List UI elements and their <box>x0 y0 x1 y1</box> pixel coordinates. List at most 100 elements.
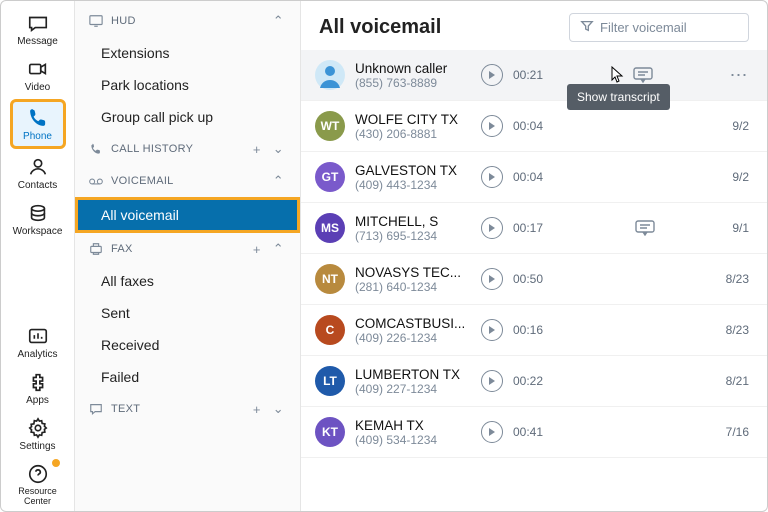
voicemail-info: COMCASTBUSI...(409) 226-1234 <box>355 316 471 345</box>
nav-item-all-faxes[interactable]: All faxes <box>75 265 300 297</box>
voicemail-row[interactable]: NT NOVASYS TEC...(281) 640-1234 00:50 8/23 <box>301 254 767 305</box>
avatar: WT <box>315 111 345 141</box>
section-call-history[interactable]: CALL HISTORY + ⌄ <box>75 133 300 165</box>
play-button[interactable] <box>481 217 503 239</box>
nav-panel: HUD ⌃ Extensions Park locations Group ca… <box>75 1 301 511</box>
apps-icon <box>27 371 49 393</box>
section-fax[interactable]: FAX + ⌃ <box>75 233 300 265</box>
rail-contacts[interactable]: Contacts <box>10 151 66 195</box>
section-voicemail[interactable]: VOICEMAIL ⌃ <box>75 165 300 197</box>
add-icon[interactable]: + <box>251 402 263 417</box>
rail-message[interactable]: Message <box>10 7 66 51</box>
voicemail-icon <box>89 174 103 188</box>
date: 8/21 <box>726 374 749 388</box>
nav-item-failed[interactable]: Failed <box>75 361 300 393</box>
date: 9/1 <box>732 221 749 235</box>
call-history-icon <box>89 142 103 156</box>
left-rail: Message Video Phone Contacts Workspace A… <box>1 1 75 511</box>
caller-name: MITCHELL, S <box>355 214 471 229</box>
caller-number: (430) 206-8881 <box>355 127 471 141</box>
page-title: All voicemail <box>319 16 559 39</box>
message-icon <box>27 12 49 34</box>
notification-dot <box>52 459 60 467</box>
add-icon[interactable]: + <box>251 142 263 157</box>
duration: 00:50 <box>513 272 557 286</box>
play-button[interactable] <box>481 421 503 443</box>
nav-item-sent[interactable]: Sent <box>75 297 300 329</box>
caller-number: (713) 695-1234 <box>355 229 471 243</box>
avatar: LT <box>315 366 345 396</box>
contacts-icon <box>27 156 49 178</box>
fax-icon <box>89 242 103 256</box>
voicemail-row[interactable]: MS MITCHELL, S(713) 695-1234 00:17 9/1 <box>301 203 767 254</box>
voicemail-info: KEMAH TX(409) 534-1234 <box>355 418 471 447</box>
voicemail-info: WOLFE CITY TX(430) 206-8881 <box>355 112 471 141</box>
voicemail-row[interactable]: C COMCASTBUSI...(409) 226-1234 00:16 8/23 <box>301 305 767 356</box>
duration: 00:41 <box>513 425 557 439</box>
caller-number: (281) 640-1234 <box>355 280 471 294</box>
duration: 00:21 <box>513 68 557 82</box>
cursor-icon <box>611 66 625 87</box>
rail-workspace[interactable]: Workspace <box>10 197 66 241</box>
caller-number: (855) 763-8889 <box>355 76 471 90</box>
play-button[interactable] <box>481 166 503 188</box>
avatar <box>315 60 345 90</box>
rail-settings[interactable]: Settings <box>10 412 66 456</box>
nav-item-park-locations[interactable]: Park locations <box>75 69 300 101</box>
date: 9/2 <box>732 119 749 133</box>
play-button[interactable] <box>481 115 503 137</box>
duration: 00:04 <box>513 170 557 184</box>
chevron-up-icon: ⌃ <box>271 173 286 189</box>
add-icon[interactable]: + <box>251 242 263 257</box>
caller-number: (409) 227-1234 <box>355 382 471 396</box>
filter-input[interactable]: Filter voicemail <box>569 13 749 42</box>
date: 9/2 <box>732 170 749 184</box>
caller-number: (409) 534-1234 <box>355 433 471 447</box>
caller-name: LUMBERTON TX <box>355 367 471 382</box>
date: 8/23 <box>726 323 749 337</box>
main-content: All voicemail Filter voicemail Unknown c… <box>301 1 767 511</box>
avatar: MS <box>315 213 345 243</box>
play-button[interactable] <box>481 370 503 392</box>
video-icon <box>27 58 49 80</box>
nav-item-extensions[interactable]: Extensions <box>75 37 300 69</box>
duration: 00:17 <box>513 221 557 235</box>
rail-video[interactable]: Video <box>10 53 66 97</box>
rail-phone[interactable]: Phone <box>10 99 66 149</box>
workspace-icon <box>27 202 49 224</box>
filter-icon <box>580 19 594 36</box>
date: 7/16 <box>726 425 749 439</box>
avatar: C <box>315 315 345 345</box>
duration: 00:16 <box>513 323 557 337</box>
nav-item-group-call-pickup[interactable]: Group call pick up <box>75 101 300 133</box>
more-button[interactable]: ⋯ <box>729 65 749 86</box>
chevron-up-icon: ⌃ <box>271 13 286 29</box>
play-button[interactable] <box>481 319 503 341</box>
voicemail-row[interactable]: WTWOLFE CITY TX(430) 206-888100:049/2 <box>301 101 767 152</box>
voicemail-row[interactable]: Unknown caller(855) 763-888900:21⋯Show t… <box>301 50 767 101</box>
caller-number: (409) 226-1234 <box>355 331 471 345</box>
caller-name: GALVESTON TX <box>355 163 471 178</box>
avatar: NT <box>315 264 345 294</box>
section-hud[interactable]: HUD ⌃ <box>75 5 300 37</box>
rail-analytics[interactable]: Analytics <box>10 320 66 364</box>
caller-name: WOLFE CITY TX <box>355 112 471 127</box>
settings-icon <box>27 417 49 439</box>
play-button[interactable] <box>481 64 503 86</box>
voicemail-row[interactable]: KTKEMAH TX(409) 534-123400:417/16 <box>301 407 767 458</box>
chevron-down-icon: ⌄ <box>271 401 286 417</box>
transcript-icon[interactable] <box>626 67 660 83</box>
voicemail-info: GALVESTON TX(409) 443-1234 <box>355 163 471 192</box>
rail-apps[interactable]: Apps <box>10 366 66 410</box>
rail-resource-center[interactable]: Resource Center <box>10 458 66 511</box>
transcript-icon[interactable] <box>628 220 662 236</box>
phone-icon <box>27 107 49 129</box>
voicemail-row[interactable]: LTLUMBERTON TX(409) 227-123400:228/21 <box>301 356 767 407</box>
voicemail-info: NOVASYS TEC...(281) 640-1234 <box>355 265 471 294</box>
voicemail-row[interactable]: GTGALVESTON TX(409) 443-123400:049/2 <box>301 152 767 203</box>
date: 8/23 <box>726 272 749 286</box>
section-text[interactable]: TEXT + ⌄ <box>75 393 300 425</box>
play-button[interactable] <box>481 268 503 290</box>
nav-item-all-voicemail[interactable]: All voicemail <box>75 197 300 233</box>
nav-item-received[interactable]: Received <box>75 329 300 361</box>
